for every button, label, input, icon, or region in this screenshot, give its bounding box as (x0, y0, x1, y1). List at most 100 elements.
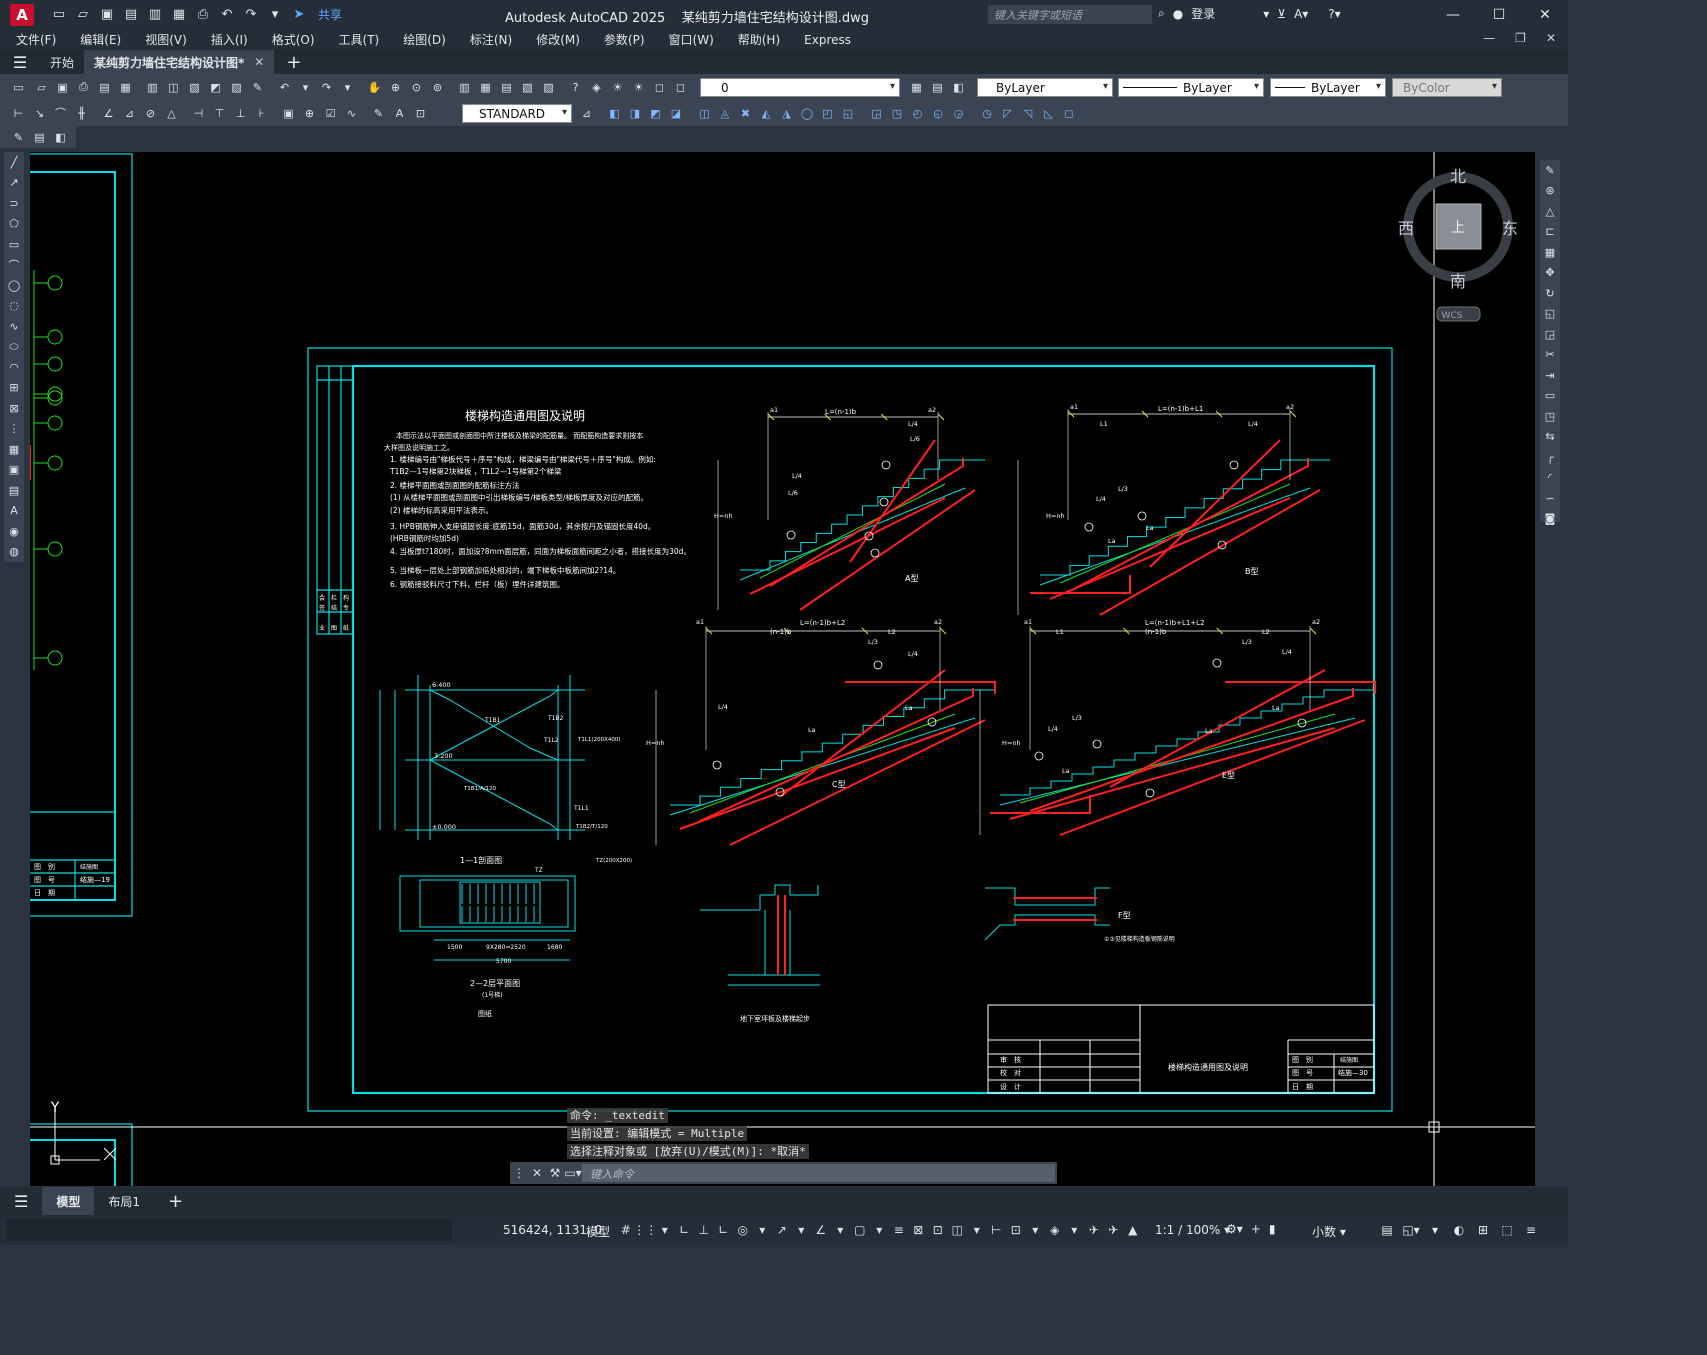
ribbon-tool-0-icon[interactable]: ◧ (606, 105, 623, 122)
ribbon-tool-4-icon[interactable]: ◫ (696, 105, 713, 122)
ribbon-tool-14-icon[interactable]: ◴ (909, 105, 926, 122)
units-dropdown[interactable]: 小数 ▾ (1312, 1223, 1346, 1240)
quick-dim-icon[interactable]: ⊣ (190, 105, 207, 122)
drawing-canvas[interactable]: Y L/4 L/6 L/4 L/6 L/4 L1 L/3 L/4 La La L2 L/3 L/4 L/4… (30, 152, 1535, 1186)
space-icon[interactable]: ⊦ (253, 105, 270, 122)
command-prompt-icon[interactable]: ▭▾ (564, 1166, 582, 1180)
modify-tool-11-icon[interactable]: ▭ (1540, 386, 1560, 407)
close-tab-icon[interactable]: ✕ (254, 55, 264, 69)
angular-icon[interactable]: △ (163, 105, 180, 122)
design-center-icon[interactable]: ▦ (477, 79, 494, 96)
status-right-0-icon[interactable]: ▤ (1378, 1221, 1396, 1239)
dim-style-icon[interactable]: ⊿ (578, 105, 595, 122)
draw-tool-0-icon[interactable]: ╱ (4, 152, 24, 173)
modify-tool-14-icon[interactable]: ╭ (1540, 447, 1560, 468)
draw-tool-3-icon[interactable]: ⬠ (4, 214, 24, 235)
wcs-menu[interactable]: WCS (1442, 311, 1463, 321)
draw-tool-4-icon[interactable]: ▭ (4, 234, 24, 255)
doc-close-icon[interactable]: ✕ (1546, 31, 1556, 45)
new-icon[interactable]: ▭ (10, 79, 27, 96)
new-tab-icon[interactable]: + (286, 52, 301, 73)
center-mark-icon[interactable]: ☑ (322, 105, 339, 122)
minimize-icon[interactable]: — (1430, 0, 1476, 29)
web-mobile-icon[interactable]: ▥ (146, 7, 164, 23)
zoom-previous-icon[interactable]: ⊚ (429, 79, 446, 96)
baseline-icon[interactable]: ⊤ (211, 105, 228, 122)
attribute-icon[interactable]: ▤ (31, 129, 48, 146)
tab-model[interactable]: 模型 (42, 1187, 95, 1215)
modify-tool-12-icon[interactable]: ◳ (1540, 406, 1560, 427)
units-icon[interactable]: ▮ (1269, 1222, 1276, 1236)
customize-wrench-icon[interactable]: ⚒ (546, 1166, 564, 1180)
status-tool-17-icon[interactable]: ◫ (948, 1221, 968, 1239)
status-tool-3-icon[interactable]: ∟ (675, 1221, 695, 1239)
sheet-set-icon[interactable]: ▧ (519, 79, 536, 96)
status-tool-13-icon[interactable]: ▾ (870, 1221, 890, 1239)
hamburger-menu-icon[interactable]: ☰ (0, 53, 40, 72)
ribbon-tool-21-icon[interactable]: ◻ (1061, 105, 1078, 122)
diameter-icon[interactable]: ⊘ (142, 105, 159, 122)
menu-item-12[interactable]: Express (792, 33, 863, 47)
menu-item-11[interactable]: 帮助(H) (726, 31, 792, 48)
ribbon-tool-11-icon[interactable]: ◱ (840, 105, 857, 122)
draw-tool-9-icon[interactable]: ⬭ (4, 337, 24, 358)
autodesk-app-icon[interactable]: A▾ (1294, 7, 1308, 21)
properties-icon[interactable]: ▥ (456, 79, 473, 96)
add-layout-icon[interactable]: + (154, 1187, 197, 1215)
status-tool-11-icon[interactable]: ▾ (831, 1221, 851, 1239)
modify-tool-1-icon[interactable]: ⊛ (1540, 181, 1560, 202)
match-icon[interactable]: ◩ (207, 79, 224, 96)
modify-tool-10-icon[interactable]: ⇥ (1540, 365, 1560, 386)
status-tool-5-icon[interactable]: ∟ (714, 1221, 734, 1239)
status-tool-23-icon[interactable]: ▾ (1065, 1221, 1085, 1239)
save-icon[interactable]: ▣ (98, 7, 116, 23)
help-icon[interactable]: ? (567, 79, 584, 96)
dim-edit-icon[interactable]: ✎ (370, 105, 387, 122)
ribbon-tool-20-icon[interactable]: ◺ (1040, 105, 1057, 122)
close-icon[interactable]: ✕ (1522, 0, 1568, 29)
menu-item-6[interactable]: 绘图(D) (391, 31, 458, 48)
pan-icon[interactable]: ✋ (366, 79, 383, 96)
modify-tool-13-icon[interactable]: ⇆ (1540, 427, 1560, 448)
open-icon[interactable]: ▱ (74, 7, 92, 23)
draw-tool-13-icon[interactable]: ⋮ (4, 419, 24, 440)
redo-list-icon[interactable]: ▾ (339, 79, 356, 96)
share-button[interactable]: 共享 (318, 6, 342, 23)
status-tool-7-icon[interactable]: ▾ (753, 1221, 773, 1239)
status-right-6-icon[interactable]: ≡ (1522, 1221, 1540, 1239)
ribbon-tool-2-icon[interactable]: ◩ (647, 105, 664, 122)
lineweight-dropdown[interactable]: ByLayer ▾ (1270, 78, 1386, 97)
dim-update-icon[interactable]: ⊡ (412, 105, 429, 122)
status-tool-16-icon[interactable]: ⊡ (928, 1221, 948, 1239)
status-right-3-icon[interactable]: ◐ (1450, 1221, 1468, 1239)
viewcube-face-top[interactable]: 上 (1451, 220, 1465, 236)
draw-tool-15-icon[interactable]: ▣ (4, 460, 24, 481)
ribbon-tool-18-icon[interactable]: ◸ (999, 105, 1016, 122)
draw-tool-14-icon[interactable]: ▦ (4, 439, 24, 460)
ribbon-tool-19-icon[interactable]: ◹ (1020, 105, 1037, 122)
status-tool-25-icon[interactable]: ✈ (1104, 1221, 1124, 1239)
ribbon-tool-9-icon[interactable]: ◯ (799, 105, 816, 122)
draw-tool-8-icon[interactable]: ∿ (4, 316, 24, 337)
modify-tool-9-icon[interactable]: ✂ (1540, 345, 1560, 366)
edit-block-icon[interactable]: ✎ (10, 129, 27, 146)
layer-previous-icon[interactable]: ▤ (929, 79, 946, 96)
plot-icon[interactable]: ⎙ (75, 79, 92, 96)
autocad-logo-icon[interactable]: A (10, 3, 34, 26)
modify-tool-6-icon[interactable]: ↻ (1540, 283, 1560, 304)
user-icon[interactable]: ● (1173, 7, 1183, 21)
ribbon-tool-17-icon[interactable]: ◷ (979, 105, 996, 122)
color-dropdown[interactable]: ByLayer ▾ (977, 78, 1113, 97)
tab-start[interactable]: 开始 (40, 50, 84, 74)
modify-tool-15-icon[interactable]: ◜ (1540, 468, 1560, 489)
zoom-window-icon[interactable]: ⊙ (408, 79, 425, 96)
status-tool-26-icon[interactable]: ▲ (1123, 1221, 1143, 1239)
maximize-icon[interactable]: ☐ (1476, 0, 1522, 29)
viewcube-east[interactable]: 东 (1502, 219, 1518, 238)
status-right-1-icon[interactable]: ◱▾ (1402, 1221, 1420, 1239)
draw-tool-17-icon[interactable]: A (4, 501, 24, 522)
ribbon-tool-15-icon[interactable]: ◵ (930, 105, 947, 122)
text-style-dropdown[interactable]: STANDARD ▾ (462, 104, 572, 123)
workspace-gear-icon[interactable]: ⚙▾ (1226, 1222, 1243, 1236)
doc-restore-icon[interactable]: ❐ (1515, 31, 1526, 45)
